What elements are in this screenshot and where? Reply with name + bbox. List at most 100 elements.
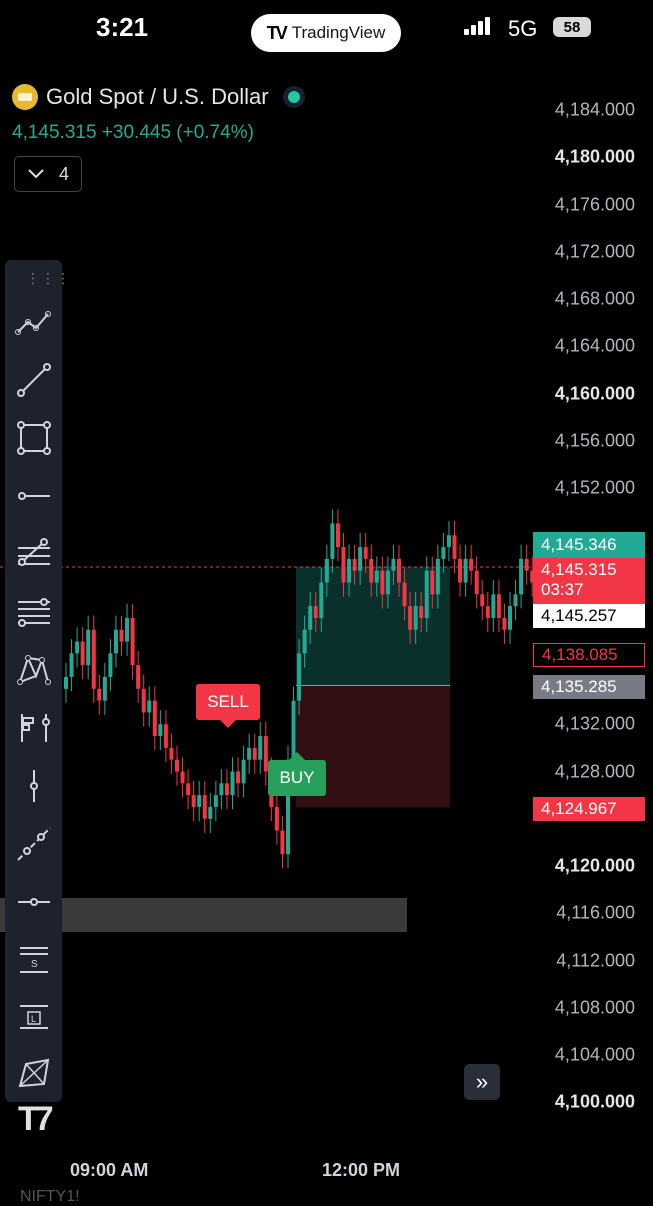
candle-body: [330, 523, 335, 559]
trend-line-multi-icon[interactable]: [14, 302, 54, 342]
crosshair-price-tag: 4,145.257: [533, 604, 645, 628]
candle-body: [374, 570, 379, 583]
candle-body: [341, 547, 346, 583]
sell-signal-label[interactable]: SELL: [196, 684, 260, 728]
horizontal-ray-icon[interactable]: [14, 476, 54, 516]
last-price-tag: 4,145.315 03:37: [533, 558, 645, 604]
rectangle-icon[interactable]: [14, 418, 54, 458]
candle-body: [474, 570, 479, 595]
candle-body: [175, 759, 179, 772]
candle-body: [147, 700, 152, 713]
candle-body: [247, 747, 252, 760]
price-axis-label: 4,176.000: [554, 194, 635, 214]
candle-body: [230, 771, 235, 796]
candle-body: [502, 617, 507, 630]
candle-body: [202, 795, 207, 819]
tradingview-logo-icon: T7: [18, 1100, 54, 1138]
horizontal-line-icon[interactable]: [14, 882, 54, 922]
candle-body: [458, 558, 463, 583]
candle-body: [75, 641, 80, 654]
candle-body: [335, 523, 340, 548]
candle-body: [352, 558, 357, 571]
candle-body: [324, 558, 329, 583]
candle-body: [519, 558, 524, 595]
svg-text:L: L: [31, 1014, 36, 1024]
candle-body: [524, 558, 529, 571]
candle-body: [441, 547, 446, 559]
candle-body: [302, 629, 307, 654]
candle-body: [452, 535, 457, 559]
price-axis-label: 4,180.000: [554, 146, 635, 167]
candle-body: [469, 558, 474, 571]
parallel-lines-icon[interactable]: [14, 592, 54, 632]
candle-body: [180, 771, 185, 784]
candle-body: [513, 594, 518, 607]
entry-price-tag: 4,135.285: [533, 675, 645, 699]
support-line-icon[interactable]: S: [14, 940, 54, 980]
candle-body: [480, 594, 485, 607]
fib-retracement-icon[interactable]: [14, 534, 54, 574]
buy-signal-label[interactable]: BUY: [268, 752, 326, 796]
footer-symbol-text: NIFTY1!: [20, 1188, 80, 1205]
xabcd-pattern-icon[interactable]: [14, 650, 54, 690]
candle-body: [224, 783, 229, 796]
time-axis-label-left: 09:00 AM: [70, 1160, 149, 1180]
candle-body: [119, 629, 124, 642]
price-axis-label: 4,132.000: [554, 713, 635, 734]
candle-body: [402, 582, 407, 607]
long-short-position-icon[interactable]: [14, 708, 54, 748]
candle-body: [108, 653, 113, 677]
polygon-icon[interactable]: [14, 1054, 54, 1094]
price-axis-label: 4,160.000: [554, 383, 635, 403]
price-axis-label: 4,100.000: [554, 1091, 635, 1112]
candle-body: [125, 617, 130, 642]
extended-line-icon[interactable]: [14, 824, 54, 864]
candle-body: [208, 806, 213, 819]
candle-body: [369, 558, 374, 583]
candle-body: [419, 606, 424, 618]
candle-body: [97, 688, 102, 701]
last-price-value: 4,145.315: [541, 560, 617, 579]
price-axis-label: 4,156.000: [554, 430, 635, 451]
candle-body: [252, 747, 257, 760]
candle-body: [258, 736, 263, 760]
candle-body: [219, 783, 224, 796]
candle-body: [430, 570, 435, 595]
long-line-icon[interactable]: L: [14, 998, 54, 1038]
candle-body: [463, 558, 468, 583]
price-axis-label: 4,108.000: [554, 997, 635, 1018]
candle-body: [86, 629, 91, 666]
candle-body: [213, 795, 218, 807]
candle-body: [363, 547, 368, 559]
candle-body: [191, 795, 196, 807]
trend-line-icon[interactable]: [14, 360, 54, 400]
price-axis-label: 4,164.000: [554, 335, 635, 356]
candle-body: [358, 547, 363, 571]
price-axis-label: 4,184.000: [554, 99, 635, 120]
candle-body: [496, 594, 501, 618]
candle-body: [236, 771, 241, 784]
candle-body: [397, 558, 401, 583]
drawing-toolbar: ⋮⋮⋮ S L: [5, 260, 70, 1102]
candle-body: [485, 606, 490, 618]
candle-body: [113, 629, 118, 654]
candle-body: [158, 724, 163, 737]
price-axis-label: 4,112.000: [556, 950, 635, 970]
candle-body: [163, 724, 168, 748]
double-chevron-right-icon[interactable]: »: [464, 1064, 500, 1100]
price-axis-label: 4,128.000: [554, 761, 635, 781]
drag-handle-icon[interactable]: ⋮⋮⋮: [26, 270, 71, 287]
candle-body: [197, 795, 202, 807]
candle-body: [319, 582, 324, 618]
candle-body: [141, 688, 146, 713]
candle-body: [136, 665, 141, 689]
price-axis-label: 4,116.000: [556, 902, 635, 923]
vertical-line-icon[interactable]: [14, 766, 54, 806]
candle-body: [446, 535, 451, 548]
candle-body: [69, 653, 74, 677]
bar-countdown: 03:37: [541, 580, 584, 599]
candle-body: [80, 641, 85, 666]
price-axis-label: 4,120.000: [554, 855, 635, 876]
candle-body: [380, 570, 385, 595]
candle-body: [491, 594, 496, 618]
